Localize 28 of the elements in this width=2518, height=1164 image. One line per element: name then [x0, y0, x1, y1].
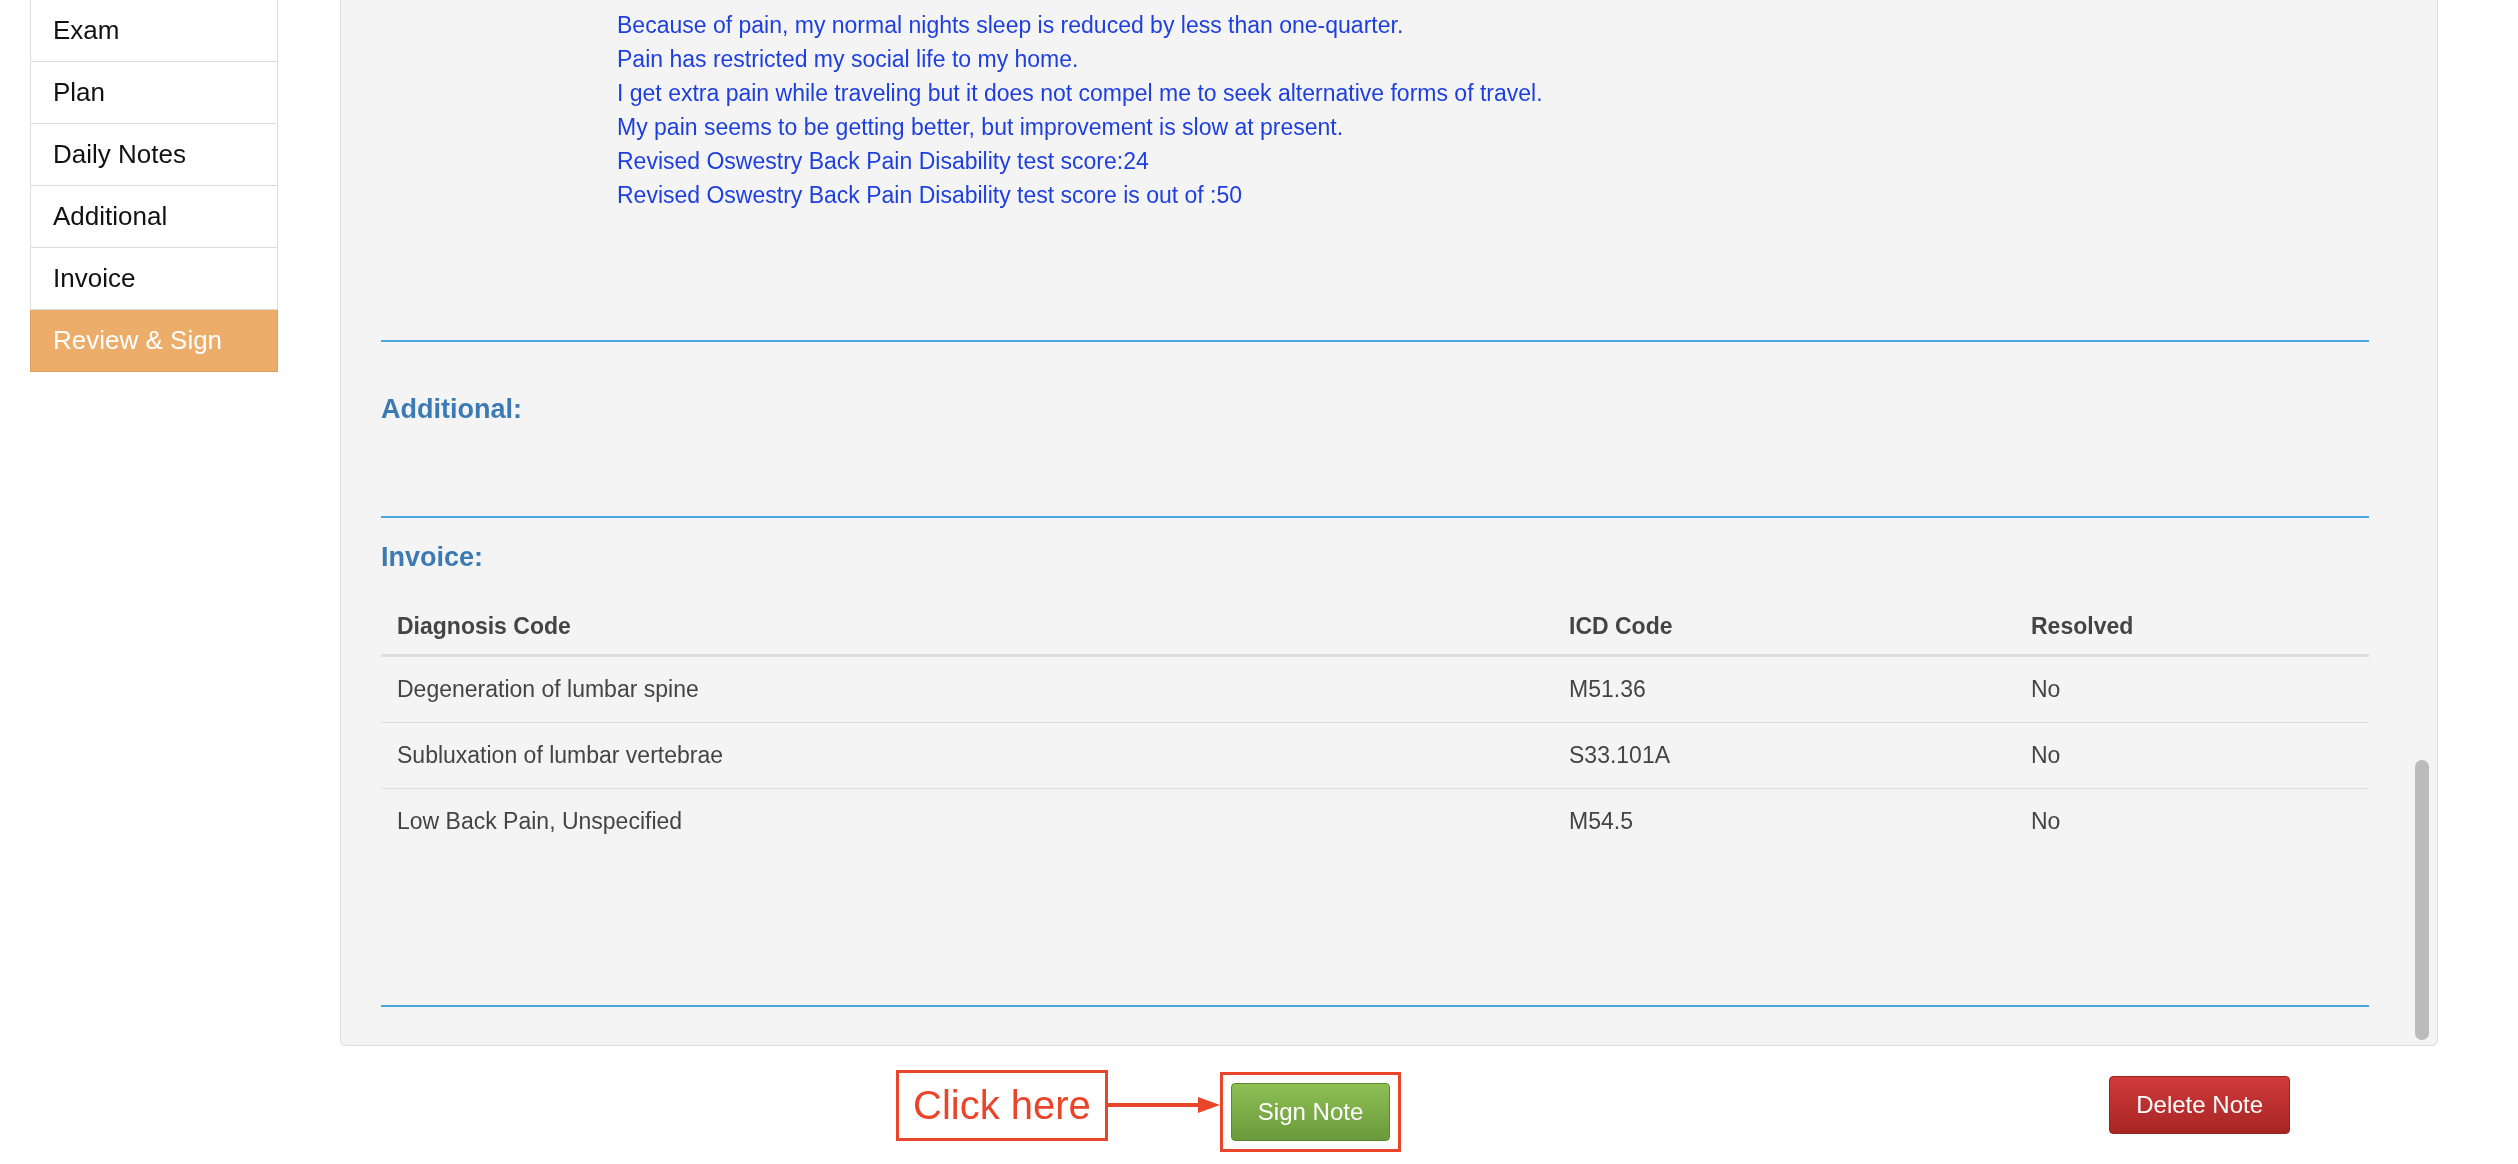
table-cell: Low Back Pain, Unspecified — [381, 788, 1553, 854]
delete-note-button[interactable]: Delete Note — [2109, 1076, 2290, 1134]
section-heading: Additional: — [381, 394, 522, 424]
table-cell: No — [2015, 722, 2369, 789]
answer-text: Revised Oswestry Back Pain Disability test score:24 — [617, 147, 1150, 176]
answer-text: Pain has restricted my social life to my home. — [617, 45, 1080, 74]
table-cell: M51.36 — [1553, 655, 2015, 723]
table-cell: Degeneration of lumbar spine — [381, 655, 1553, 723]
table-cell: No — [2015, 655, 2369, 723]
sidebar-item[interactable]: Invoice — [30, 248, 278, 310]
table-cell: No — [2015, 788, 2369, 854]
sidebar-item[interactable]: Additional — [30, 186, 278, 248]
column-header: ICD Code — [1553, 595, 2015, 656]
annotation-label: Click here — [896, 1069, 1108, 1141]
answer-text: Revised Oswestry Back Pain Disability test score is out of :50 — [617, 181, 1244, 210]
sidebar-item[interactable]: Exam — [30, 0, 278, 62]
column-header: Resolved — [2015, 595, 2369, 656]
sidebar-item[interactable]: Plan — [30, 62, 278, 124]
scrollbar-thumb[interactable] — [2415, 760, 2429, 1040]
table-cell: S33.101A — [1553, 722, 2015, 789]
section-heading: Invoice: — [381, 542, 484, 572]
answer-text: My pain seems to be getting better, but improvement is slow at present. — [617, 113, 1345, 142]
table-cell: Subluxation of lumbar vertebrae — [381, 722, 1553, 789]
column-header: Diagnosis Code — [381, 595, 1553, 656]
sidebar-item[interactable]: Daily Notes — [30, 124, 278, 186]
answer-text: I get extra pain while traveling but it does not compel me to seek alternative forms of travel. — [617, 79, 1544, 108]
answer-text: Because of pain, my normal nights sleep is reduced by less than one-quarter. — [617, 11, 1405, 40]
table-cell: M54.5 — [1553, 788, 2015, 854]
